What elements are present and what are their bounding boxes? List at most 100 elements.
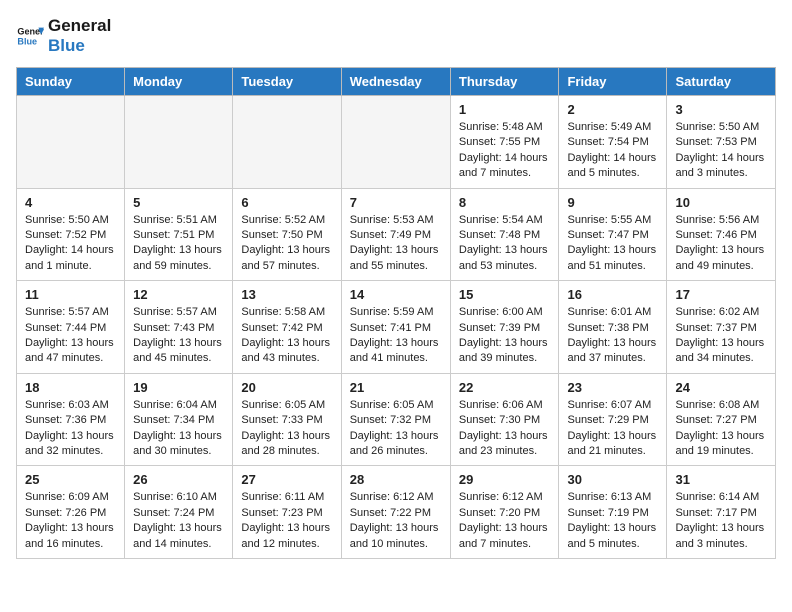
day-info: Sunrise: 5:57 AM Sunset: 7:43 PM Dayligh…	[133, 305, 224, 367]
day-number: 13	[241, 287, 332, 302]
day-info: Sunrise: 6:02 AM Sunset: 7:37 PM Dayligh…	[675, 305, 767, 367]
day-number: 2	[567, 102, 658, 117]
calendar-cell: 1Sunrise: 5:48 AM Sunset: 7:55 PM Daylig…	[450, 96, 559, 189]
day-info: Sunrise: 6:12 AM Sunset: 7:20 PM Dayligh…	[459, 490, 551, 552]
calendar-cell: 27Sunrise: 6:11 AM Sunset: 7:23 PM Dayli…	[233, 466, 341, 559]
day-number: 14	[350, 287, 442, 302]
calendar-cell: 24Sunrise: 6:08 AM Sunset: 7:27 PM Dayli…	[667, 373, 776, 466]
calendar-cell: 30 Sunrise: 6:13 AM Sunset: 7:19 PM Dayli…	[559, 466, 667, 559]
day-info: Sunrise: 6:14 AM Sunset: 7:17 PM Dayligh…	[675, 490, 767, 552]
day-number: 25	[25, 472, 116, 487]
day-info: Sunrise: 5:53 AM Sunset: 7:49 PM Dayligh…	[350, 213, 442, 275]
calendar-cell	[341, 96, 450, 189]
calendar-cell: 2Sunrise: 5:49 AM Sunset: 7:54 PM Daylig…	[559, 96, 667, 189]
day-number: 10	[675, 195, 767, 210]
col-header-saturday: Saturday	[667, 68, 776, 96]
day-info: Sunrise: 6:05 AM Sunset: 7:32 PM Dayligh…	[350, 398, 442, 460]
page-header: General Blue General Blue	[16, 16, 776, 55]
calendar-cell: 16 Sunrise: 6:01 AM Sunset: 7:38 PM Dayli…	[559, 281, 667, 374]
calendar-cell: 29 Sunrise: 6:12 AM Sunset: 7:20 PM Dayli…	[450, 466, 559, 559]
day-number: 18	[25, 380, 116, 395]
calendar-cell: 21 Sunrise: 6:05 AM Sunset: 7:32 PM Dayli…	[341, 373, 450, 466]
day-info: Sunrise: 6:13 AM Sunset: 7:19 PM Dayligh…	[567, 490, 658, 552]
day-number: 28	[350, 472, 442, 487]
calendar-cell: 5 Sunrise: 5:51 AM Sunset: 7:51 PM Daylig…	[125, 188, 233, 281]
calendar-cell: 9 Sunrise: 5:55 AM Sunset: 7:47 PM Daylig…	[559, 188, 667, 281]
day-number: 4	[25, 195, 116, 210]
calendar-cell: 10 Sunrise: 5:56 AM Sunset: 7:46 PM Dayli…	[667, 188, 776, 281]
day-info: Sunrise: 5:57 AM Sunset: 7:44 PM Dayligh…	[25, 305, 116, 367]
calendar-cell: 7Sunrise: 5:53 AM Sunset: 7:49 PM Daylig…	[341, 188, 450, 281]
week-row-4: 18 Sunrise: 6:03 AM Sunset: 7:36 PM Dayli…	[17, 373, 776, 466]
day-info: Sunrise: 6:12 AM Sunset: 7:22 PM Dayligh…	[350, 490, 442, 552]
day-number: 12	[133, 287, 224, 302]
calendar-cell: 19 Sunrise: 6:04 AM Sunset: 7:34 PM Dayli…	[125, 373, 233, 466]
day-number: 29	[459, 472, 551, 487]
day-number: 21	[350, 380, 442, 395]
calendar-cell: 20 Sunrise: 6:05 AM Sunset: 7:33 PM Dayli…	[233, 373, 341, 466]
day-info: Sunrise: 5:50 AM Sunset: 7:53 PM Dayligh…	[675, 120, 767, 182]
col-header-tuesday: Tuesday	[233, 68, 341, 96]
calendar-cell: 13Sunrise: 5:58 AM Sunset: 7:42 PM Dayli…	[233, 281, 341, 374]
day-number: 5	[133, 195, 224, 210]
day-number: 23	[567, 380, 658, 395]
day-info: Sunrise: 6:09 AM Sunset: 7:26 PM Dayligh…	[25, 490, 116, 552]
logo-icon: General Blue	[16, 22, 44, 50]
calendar-cell: 22 Sunrise: 6:06 AM Sunset: 7:30 PM Dayli…	[450, 373, 559, 466]
week-row-3: 11Sunrise: 5:57 AM Sunset: 7:44 PM Dayli…	[17, 281, 776, 374]
day-info: Sunrise: 6:06 AM Sunset: 7:30 PM Dayligh…	[459, 398, 551, 460]
day-number: 3	[675, 102, 767, 117]
col-header-friday: Friday	[559, 68, 667, 96]
calendar-cell: 28 Sunrise: 6:12 AM Sunset: 7:22 PM Dayli…	[341, 466, 450, 559]
calendar-cell: 18 Sunrise: 6:03 AM Sunset: 7:36 PM Dayli…	[17, 373, 125, 466]
calendar-cell: 4 Sunrise: 5:50 AM Sunset: 7:52 PM Daylig…	[17, 188, 125, 281]
calendar-cell	[125, 96, 233, 189]
day-info: Sunrise: 5:48 AM Sunset: 7:55 PM Dayligh…	[459, 120, 551, 182]
day-info: Sunrise: 5:54 AM Sunset: 7:48 PM Dayligh…	[459, 213, 551, 275]
day-info: Sunrise: 6:08 AM Sunset: 7:27 PM Dayligh…	[675, 398, 767, 460]
week-row-5: 25 Sunrise: 6:09 AM Sunset: 7:26 PM Dayli…	[17, 466, 776, 559]
day-number: 15	[459, 287, 551, 302]
day-number: 30	[567, 472, 658, 487]
calendar-cell: 8 Sunrise: 5:54 AM Sunset: 7:48 PM Daylig…	[450, 188, 559, 281]
day-info: Sunrise: 5:52 AM Sunset: 7:50 PM Dayligh…	[241, 213, 332, 275]
day-number: 31	[675, 472, 767, 487]
calendar-cell: 26 Sunrise: 6:10 AM Sunset: 7:24 PM Dayli…	[125, 466, 233, 559]
calendar-cell: 14Sunrise: 5:59 AM Sunset: 7:41 PM Dayli…	[341, 281, 450, 374]
calendar-cell: 15 Sunrise: 6:00 AM Sunset: 7:39 PM Dayli…	[450, 281, 559, 374]
calendar-cell: 31 Sunrise: 6:14 AM Sunset: 7:17 PM Dayli…	[667, 466, 776, 559]
logo: General Blue General Blue	[16, 16, 111, 55]
day-info: Sunrise: 6:07 AM Sunset: 7:29 PM Dayligh…	[567, 398, 658, 460]
day-info: Sunrise: 6:03 AM Sunset: 7:36 PM Dayligh…	[25, 398, 116, 460]
day-info: Sunrise: 6:05 AM Sunset: 7:33 PM Dayligh…	[241, 398, 332, 460]
col-header-thursday: Thursday	[450, 68, 559, 96]
day-info: Sunrise: 6:10 AM Sunset: 7:24 PM Dayligh…	[133, 490, 224, 552]
calendar-header-row: SundayMondayTuesdayWednesdayThursdayFrid…	[17, 68, 776, 96]
logo-text: General Blue	[48, 16, 111, 55]
day-info: Sunrise: 5:51 AM Sunset: 7:51 PM Dayligh…	[133, 213, 224, 275]
week-row-2: 4 Sunrise: 5:50 AM Sunset: 7:52 PM Daylig…	[17, 188, 776, 281]
day-info: Sunrise: 6:00 AM Sunset: 7:39 PM Dayligh…	[459, 305, 551, 367]
day-number: 9	[567, 195, 658, 210]
week-row-1: 1Sunrise: 5:48 AM Sunset: 7:55 PM Daylig…	[17, 96, 776, 189]
day-number: 26	[133, 472, 224, 487]
day-number: 17	[675, 287, 767, 302]
day-number: 22	[459, 380, 551, 395]
day-number: 19	[133, 380, 224, 395]
day-number: 8	[459, 195, 551, 210]
calendar-table: SundayMondayTuesdayWednesdayThursdayFrid…	[16, 67, 776, 559]
day-number: 6	[241, 195, 332, 210]
day-info: Sunrise: 6:04 AM Sunset: 7:34 PM Dayligh…	[133, 398, 224, 460]
calendar-cell: 25 Sunrise: 6:09 AM Sunset: 7:26 PM Dayli…	[17, 466, 125, 559]
day-info: Sunrise: 5:56 AM Sunset: 7:46 PM Dayligh…	[675, 213, 767, 275]
day-number: 20	[241, 380, 332, 395]
day-number: 16	[567, 287, 658, 302]
calendar-cell: 6 Sunrise: 5:52 AM Sunset: 7:50 PM Daylig…	[233, 188, 341, 281]
day-info: Sunrise: 6:01 AM Sunset: 7:38 PM Dayligh…	[567, 305, 658, 367]
calendar-cell	[233, 96, 341, 189]
day-info: Sunrise: 5:55 AM Sunset: 7:47 PM Dayligh…	[567, 213, 658, 275]
svg-text:Blue: Blue	[17, 36, 37, 46]
col-header-sunday: Sunday	[17, 68, 125, 96]
calendar-cell: 11Sunrise: 5:57 AM Sunset: 7:44 PM Dayli…	[17, 281, 125, 374]
day-info: Sunrise: 5:50 AM Sunset: 7:52 PM Dayligh…	[25, 213, 116, 275]
